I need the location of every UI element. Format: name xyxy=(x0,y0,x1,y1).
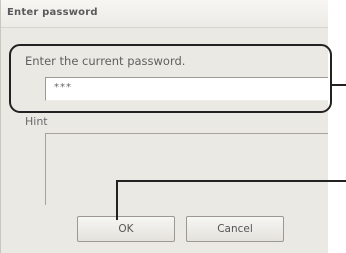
cancel-button[interactable]: Cancel xyxy=(186,216,284,242)
password-callout-leader xyxy=(331,84,346,86)
ok-callout-leader-horizontal xyxy=(116,180,346,182)
dialog-title: Enter password xyxy=(7,7,98,18)
page-margin xyxy=(328,0,346,253)
password-field-callout xyxy=(9,44,332,113)
ok-button[interactable]: OK xyxy=(77,216,175,242)
title-bar: Enter password xyxy=(1,0,329,28)
hint-text-area xyxy=(45,133,328,205)
password-dialog: Enter password Enter the current passwor… xyxy=(0,0,329,253)
ok-callout-leader-vertical xyxy=(116,180,118,220)
hint-label: Hint xyxy=(25,115,48,128)
